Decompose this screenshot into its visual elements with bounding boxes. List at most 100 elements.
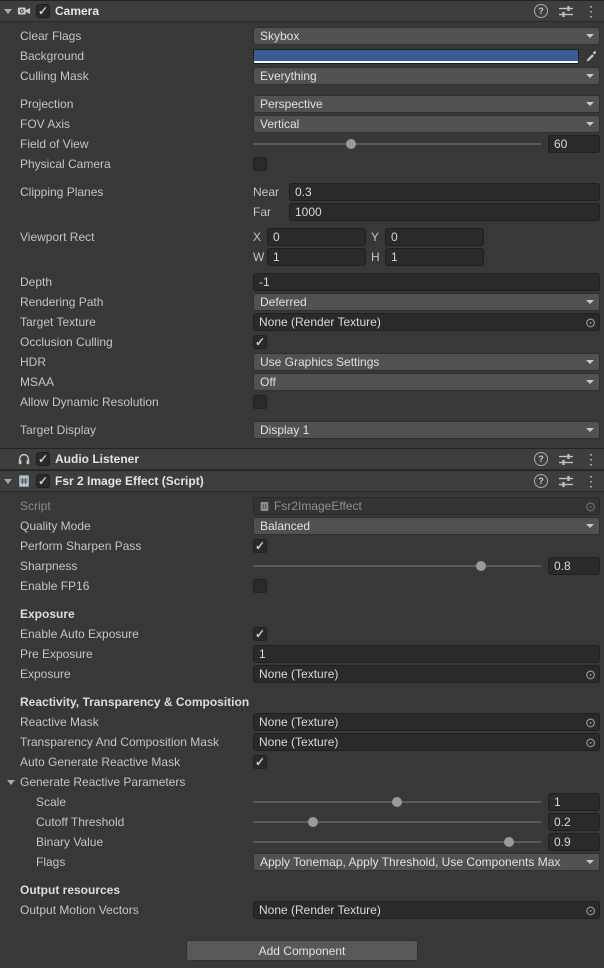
auto-generate-reactive-mask-row: Auto Generate Reactive Mask ✓ bbox=[0, 752, 604, 772]
viewport-y-input[interactable]: 0 bbox=[385, 228, 484, 246]
pre-exposure-row: Pre Exposure 1 bbox=[0, 644, 604, 664]
scale-slider[interactable] bbox=[253, 793, 541, 811]
depth-input[interactable]: -1 bbox=[253, 273, 600, 291]
camera-enabled-checkbox[interactable]: ✓ bbox=[36, 4, 50, 18]
flags-dropdown[interactable]: Apply Tonemap, Apply Threshold, Use Comp… bbox=[253, 853, 600, 871]
object-picker-icon[interactable]: ⊙ bbox=[585, 716, 596, 729]
near-input[interactable]: 0.3 bbox=[289, 183, 600, 201]
fsr2-foldout-arrow[interactable] bbox=[4, 479, 12, 484]
object-picker-icon[interactable]: ⊙ bbox=[585, 668, 596, 681]
rendering-path-dropdown[interactable]: Deferred bbox=[253, 293, 600, 311]
background-color-swatch[interactable] bbox=[253, 49, 579, 64]
auto-generate-reactive-mask-checkbox[interactable]: ✓ bbox=[253, 755, 267, 769]
exposure-field[interactable]: None (Texture) ⊙ bbox=[253, 665, 600, 683]
fsr2-component-header[interactable]: ✓ Fsr 2 Image Effect (Script) ? ⋮ bbox=[0, 470, 604, 492]
transparency-and-composition-mask-field[interactable]: None (Texture) ⊙ bbox=[253, 733, 600, 751]
occlusion-culling-checkbox[interactable]: ✓ bbox=[253, 335, 267, 349]
clear-flags-dropdown[interactable]: Skybox bbox=[253, 27, 600, 45]
viewport-h-input[interactable]: 1 bbox=[385, 248, 484, 266]
binary-value-input[interactable]: 0.9 bbox=[548, 833, 600, 851]
hdr-label: HDR bbox=[0, 355, 253, 369]
viewport-rect-label: Viewport Rect bbox=[0, 230, 253, 244]
kebab-menu-icon[interactable]: ⋮ bbox=[584, 474, 598, 488]
clipping-planes-near-row: Clipping Planes Near 0.3 bbox=[0, 182, 604, 202]
pre-exposure-input[interactable]: 1 bbox=[253, 645, 600, 663]
object-picker-icon[interactable]: ⊙ bbox=[585, 500, 596, 513]
msaa-label: MSAA bbox=[0, 375, 253, 389]
slider-knob[interactable] bbox=[346, 139, 356, 149]
viewport-x-input[interactable]: 0 bbox=[267, 228, 366, 246]
generate-reactive-parameters-row: Generate Reactive Parameters bbox=[0, 772, 604, 792]
help-icon[interactable]: ? bbox=[534, 474, 548, 488]
hdr-row: HDR Use Graphics Settings bbox=[0, 352, 604, 372]
quality-mode-row: Quality Mode Balanced bbox=[0, 516, 604, 536]
foldout-arrow[interactable] bbox=[7, 780, 15, 785]
generate-reactive-parameters-foldout[interactable]: Generate Reactive Parameters bbox=[0, 775, 253, 789]
far-input[interactable]: 1000 bbox=[289, 203, 600, 221]
culling-mask-dropdown[interactable]: Everything bbox=[253, 67, 600, 85]
object-picker-icon[interactable]: ⊙ bbox=[585, 316, 596, 329]
slider-knob[interactable] bbox=[308, 817, 318, 827]
reactive-mask-value: None (Texture) bbox=[259, 715, 338, 729]
kebab-menu-icon[interactable]: ⋮ bbox=[584, 452, 598, 466]
reactive-mask-field[interactable]: None (Texture) ⊙ bbox=[253, 713, 600, 731]
audio-listener-enabled-checkbox[interactable]: ✓ bbox=[36, 452, 50, 466]
slider-knob[interactable] bbox=[476, 561, 486, 571]
projection-dropdown[interactable]: Perspective bbox=[253, 95, 600, 113]
sharpness-input[interactable]: 0.8 bbox=[548, 557, 600, 575]
physical-camera-checkbox[interactable]: ✓ bbox=[253, 157, 267, 171]
cutoff-threshold-value: 0.2 bbox=[554, 815, 571, 829]
fov-axis-dropdown[interactable]: Vertical bbox=[253, 115, 600, 133]
enable-auto-exposure-label: Enable Auto Exposure bbox=[0, 627, 253, 641]
allow-dynamic-resolution-row: Allow Dynamic Resolution ✓ bbox=[0, 392, 604, 412]
field-of-view-value: 60 bbox=[554, 137, 567, 151]
scale-input[interactable]: 1 bbox=[548, 793, 600, 811]
enable-auto-exposure-checkbox[interactable]: ✓ bbox=[253, 627, 267, 641]
presets-icon[interactable] bbox=[559, 5, 573, 18]
field-of-view-slider[interactable] bbox=[253, 135, 541, 153]
help-icon[interactable]: ? bbox=[534, 4, 548, 18]
field-of-view-row: Field of View 60 bbox=[0, 134, 604, 154]
scale-row: Scale 1 bbox=[0, 792, 604, 812]
output-motion-vectors-field[interactable]: None (Render Texture) ⊙ bbox=[253, 901, 600, 919]
allow-dynamic-resolution-checkbox[interactable]: ✓ bbox=[253, 395, 267, 409]
audio-listener-component-header[interactable]: ✓ Audio Listener ? ⋮ bbox=[0, 448, 604, 470]
presets-icon[interactable] bbox=[559, 453, 573, 466]
object-picker-icon[interactable]: ⊙ bbox=[585, 736, 596, 749]
slider-knob[interactable] bbox=[504, 837, 514, 847]
reactivity-section-header: Reactivity, Transparency & Composition bbox=[0, 692, 604, 712]
target-display-dropdown[interactable]: Display 1 bbox=[253, 421, 600, 439]
y-label: Y bbox=[371, 230, 385, 244]
add-component-button[interactable]: Add Component bbox=[186, 940, 418, 961]
help-icon[interactable]: ? bbox=[534, 452, 548, 466]
field-of-view-label: Field of View bbox=[0, 137, 253, 151]
eyedropper-icon[interactable] bbox=[582, 50, 600, 63]
perform-sharpen-pass-checkbox[interactable]: ✓ bbox=[253, 539, 267, 553]
target-texture-field[interactable]: None (Render Texture) ⊙ bbox=[253, 313, 600, 331]
presets-icon[interactable] bbox=[559, 475, 573, 488]
cutoff-threshold-input[interactable]: 0.2 bbox=[548, 813, 600, 831]
camera-foldout-arrow[interactable] bbox=[4, 9, 12, 14]
clear-flags-row: Clear Flags Skybox bbox=[0, 26, 604, 46]
binary-value-row: Binary Value 0.9 bbox=[0, 832, 604, 852]
slider-knob[interactable] bbox=[392, 797, 402, 807]
projection-row: Projection Perspective bbox=[0, 94, 604, 114]
camera-component-header[interactable]: ✓ Camera ? ⋮ bbox=[0, 0, 604, 22]
viewport-w-input[interactable]: 1 bbox=[267, 248, 366, 266]
camera-component-body: Clear Flags Skybox Background Culling Ma… bbox=[0, 22, 604, 448]
hdr-dropdown[interactable]: Use Graphics Settings bbox=[253, 353, 600, 371]
quality-mode-dropdown[interactable]: Balanced bbox=[253, 517, 600, 535]
binary-value-slider[interactable] bbox=[253, 833, 541, 851]
field-of-view-input[interactable]: 60 bbox=[548, 135, 600, 153]
object-picker-icon[interactable]: ⊙ bbox=[585, 904, 596, 917]
cutoff-threshold-slider[interactable] bbox=[253, 813, 541, 831]
exposure-value: None (Texture) bbox=[259, 667, 338, 681]
fsr2-enabled-checkbox[interactable]: ✓ bbox=[36, 474, 50, 488]
kebab-menu-icon[interactable]: ⋮ bbox=[584, 4, 598, 18]
far-value: 1000 bbox=[295, 205, 322, 219]
msaa-dropdown[interactable]: Off bbox=[253, 373, 600, 391]
sharpness-slider[interactable] bbox=[253, 557, 541, 575]
pre-exposure-label: Pre Exposure bbox=[0, 647, 253, 661]
enable-fp16-checkbox[interactable]: ✓ bbox=[253, 579, 267, 593]
script-field: Fsr2ImageEffect ⊙ bbox=[253, 497, 600, 515]
